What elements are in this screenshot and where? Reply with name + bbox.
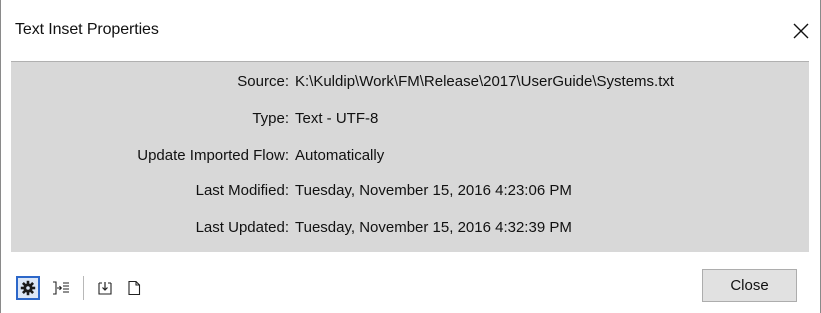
title-bar: Text Inset Properties <box>1 0 820 64</box>
property-label: Last Modified: <box>195 182 289 199</box>
close-icon[interactable] <box>784 14 818 48</box>
update-inset-icon <box>98 282 112 295</box>
open-source-file-button[interactable] <box>122 276 146 300</box>
property-value: Tuesday, November 15, 2016 4:23:06 PM <box>295 182 572 199</box>
close-x-glyph <box>793 23 809 39</box>
property-label: Update Imported Flow: <box>137 147 289 164</box>
open-source-file-icon <box>128 280 141 296</box>
toolbar-footer: Close <box>11 252 809 313</box>
dialog-title: Text Inset Properties <box>15 21 159 38</box>
close-button[interactable]: Close <box>702 269 797 302</box>
property-value: Tuesday, November 15, 2016 4:32:39 PM <box>295 219 572 236</box>
property-value: K:\Kuldip\Work\FM\Release\2017\UserGuide… <box>295 73 675 90</box>
property-label: Source: <box>237 73 289 90</box>
property-row-source: Source: K:\Kuldip\Work\FM\Release\2017\U… <box>11 73 809 93</box>
property-row-type: Type: Text - UTF-8 <box>11 110 809 130</box>
property-row-update-imported-flow: Update Imported Flow: Automatically <box>11 147 809 167</box>
properties-panel: Source: K:\Kuldip\Work\FM\Release\2017\U… <box>11 61 809 252</box>
property-value: Text - UTF-8 <box>295 110 379 127</box>
property-label: Last Updated: <box>195 219 289 236</box>
property-value: Automatically <box>295 147 385 164</box>
toolbar-separator <box>83 276 84 300</box>
property-row-last-modified: Last Modified: Tuesday, November 15, 201… <box>11 182 809 202</box>
settings-gear-button[interactable] <box>16 276 40 300</box>
import-flow-icon <box>53 281 69 295</box>
update-inset-button[interactable] <box>93 276 117 300</box>
property-row-last-updated: Last Updated: Tuesday, November 15, 2016… <box>11 219 809 239</box>
property-label: Type: <box>252 110 289 127</box>
text-inset-properties-dialog: Text Inset Properties Source: K:\Kuldip\… <box>0 0 821 313</box>
import-flow-button[interactable] <box>49 276 73 300</box>
settings-gear-icon <box>20 280 36 296</box>
